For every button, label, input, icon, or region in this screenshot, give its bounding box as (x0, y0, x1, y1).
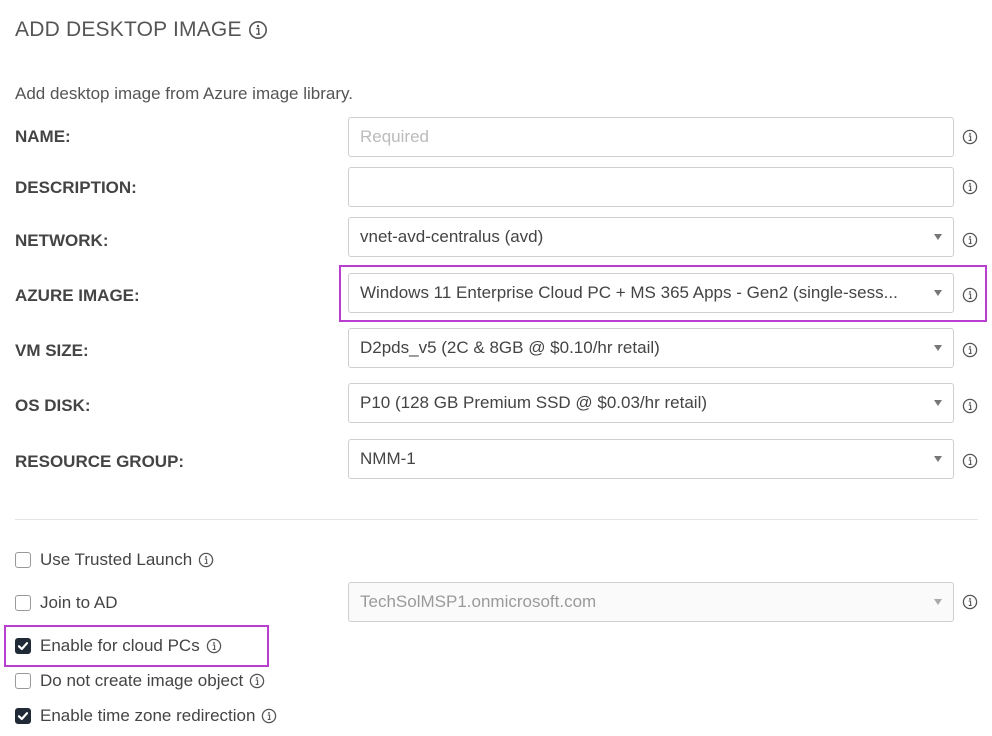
info-icon[interactable] (249, 673, 265, 689)
no-image-object-label: Do not create image object (40, 671, 244, 690)
name-input[interactable] (360, 127, 942, 147)
resource-group-select[interactable]: NMM-1 (348, 439, 954, 479)
info-icon[interactable] (261, 708, 277, 724)
cloud-pcs-checkbox[interactable] (15, 638, 31, 654)
info-icon[interactable] (962, 287, 978, 303)
tz-redirection-option[interactable]: Enable time zone redirection (15, 706, 277, 726)
trusted-launch-label: Use Trusted Launch (40, 550, 193, 569)
os-disk-value: P10 (128 GB Premium SSD @ $0.03/hr retai… (360, 393, 708, 412)
info-icon[interactable] (962, 398, 978, 414)
caret-down-icon (934, 599, 942, 605)
section-divider (15, 519, 978, 520)
description-input[interactable] (360, 177, 942, 197)
info-icon[interactable] (962, 594, 978, 610)
info-icon[interactable] (962, 129, 978, 145)
network-label: NETWORK: (15, 231, 109, 250)
vm-size-select[interactable]: D2pds_v5 (2C & 8GB @ $0.10/hr retail) (348, 328, 954, 368)
network-select[interactable]: vnet-avd-centralus (avd) (348, 217, 954, 257)
info-icon[interactable] (962, 232, 978, 248)
vm-size-value: D2pds_v5 (2C & 8GB @ $0.10/hr retail) (360, 338, 660, 357)
network-value: vnet-avd-centralus (avd) (360, 227, 544, 246)
info-icon[interactable] (198, 552, 214, 568)
join-ad-option[interactable]: Join to AD (15, 593, 118, 613)
info-icon[interactable] (962, 342, 978, 358)
caret-down-icon (934, 234, 942, 240)
info-icon[interactable] (248, 20, 268, 40)
info-icon[interactable] (962, 453, 978, 469)
os-disk-select[interactable]: P10 (128 GB Premium SSD @ $0.03/hr retai… (348, 383, 954, 423)
caret-down-icon (934, 290, 942, 296)
page-title-text: ADD DESKTOP IMAGE (15, 18, 242, 41)
no-image-object-checkbox[interactable] (15, 673, 31, 689)
description-label: DESCRIPTION: (15, 178, 137, 197)
checkmark-icon (17, 642, 29, 651)
azure-image-value: Windows 11 Enterprise Cloud PC + MS 365 … (360, 283, 898, 302)
page-title: ADD DESKTOP IMAGE (15, 18, 268, 42)
checkmark-icon (17, 712, 29, 721)
trusted-launch-checkbox[interactable] (15, 552, 31, 568)
join-ad-checkbox[interactable] (15, 595, 31, 611)
azure-image-select[interactable]: Windows 11 Enterprise Cloud PC + MS 365 … (348, 273, 954, 313)
vm-size-label: VM SIZE: (15, 341, 89, 360)
caret-down-icon (934, 345, 942, 351)
no-image-object-option[interactable]: Do not create image object (15, 671, 265, 691)
cloud-pcs-option[interactable]: Enable for cloud PCs (15, 636, 222, 656)
name-field[interactable] (348, 117, 954, 157)
tz-redirection-checkbox[interactable] (15, 708, 31, 724)
os-disk-label: OS DISK: (15, 396, 91, 415)
azure-image-label: AZURE IMAGE: (15, 286, 140, 305)
resource-group-value: NMM-1 (360, 449, 416, 468)
tz-redirection-label: Enable time zone redirection (40, 706, 256, 725)
description-field[interactable] (348, 167, 954, 207)
page-subtitle: Add desktop image from Azure image libra… (15, 84, 353, 103)
resource-group-label: RESOURCE GROUP: (15, 452, 185, 471)
ad-domain-select[interactable]: TechSolMSP1.onmicrosoft.com (348, 582, 954, 622)
join-ad-label: Join to AD (40, 593, 118, 612)
info-icon[interactable] (206, 638, 222, 654)
info-icon[interactable] (962, 179, 978, 195)
cloud-pcs-label: Enable for cloud PCs (40, 636, 200, 655)
trusted-launch-option[interactable]: Use Trusted Launch (15, 550, 214, 570)
caret-down-icon (934, 456, 942, 462)
name-label: NAME: (15, 127, 71, 146)
ad-domain-value: TechSolMSP1.onmicrosoft.com (360, 592, 597, 611)
caret-down-icon (934, 400, 942, 406)
